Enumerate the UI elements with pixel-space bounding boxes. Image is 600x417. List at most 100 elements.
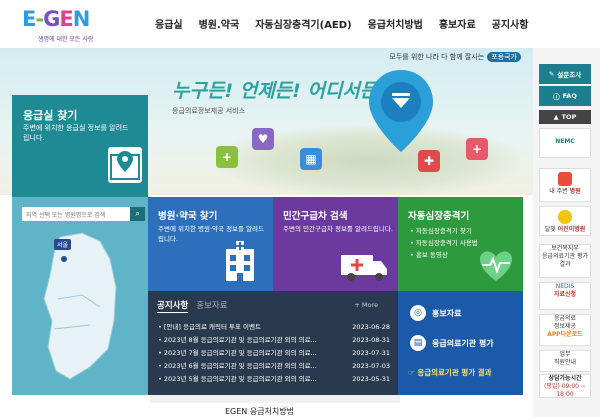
heartbeat-icon [480, 251, 512, 281]
pharmacy-icon: + [216, 146, 238, 168]
ambulance-icon [341, 255, 387, 281]
mohw-l1: 보건복지부 [551, 245, 579, 252]
notice-date: 2023-07-03 [352, 362, 390, 370]
notice-title: 2023년 6월 응급의료기관 및 응급의료기관 외의 의료... [158, 360, 334, 373]
logo-tagline: 생명에 대한 모든 사랑 [38, 36, 94, 43]
nav-item-hospital[interactable]: 병원.약국 [199, 16, 240, 31]
consult-l2: (평일) 09:00 ~ 18:00 [544, 383, 586, 398]
aed-title: 자동심장충격기 [408, 211, 470, 222]
moonlight-hospital-link[interactable]: 달빛 어린이병원 [539, 206, 591, 236]
er-search-input[interactable]: 지역 선택 또는 병원명으로 검색 [22, 207, 132, 221]
list-item[interactable]: 2023년 8월 응급의료기관 및 응급의료기관 외의 의료... 2023-08… [158, 334, 390, 347]
nearby-hospital-link[interactable]: 내 주변 병원 [539, 168, 591, 202]
notice-title: 2023년 8월 응급의료기관 및 응급의료기관 외의 의료... [158, 334, 334, 347]
er-find-panel[interactable]: 응급실 찾기 주변에 위치한 응급실 정보를 알려드립니다. [12, 95, 148, 197]
hospital-icon: ▦ [300, 148, 322, 170]
notice-tabs: 공지사항 홍보자료 [157, 299, 228, 313]
app-l1: 응급의료 [553, 315, 577, 322]
nav-item-promo[interactable]: 홍보자료 [439, 16, 476, 31]
hero-title: 누구든! 언제든! 어디서든! [172, 80, 387, 102]
footer: EGEN 응급처치방법 [0, 395, 533, 417]
top-label: TOP [561, 113, 577, 121]
main-nav: 응급실 병원.약국 자동심장충격기(AED) 응급처치방법 홍보자료 공지사항 [155, 16, 544, 31]
list-item[interactable]: [안내] 응급의료 캐릭터 투표 이벤트 2023-06-28 [158, 321, 390, 334]
korea-map-icon[interactable] [30, 229, 130, 389]
info-icon: ⓘ [553, 93, 560, 101]
aed-video-link[interactable]: 홍보 동영상 [410, 249, 478, 261]
private-ambulance-desc: 주변의 민간구급차 정보를 알려드립니다. [283, 225, 393, 233]
mohw-evaluation-link[interactable]: 보건복지부 응급의료기관 평가 결과 [539, 244, 591, 278]
footer-title: EGEN 응급처치방법 [225, 407, 294, 416]
tab-notice[interactable]: 공지사항 [157, 301, 189, 313]
aed-howto-link[interactable]: 자동심장충격기 사용법 [410, 237, 478, 249]
aed-find-link[interactable]: 자동심장충격기 찾기 [410, 225, 478, 237]
film-reel-icon: ◎ [410, 305, 426, 321]
moon-l2: 어린이병원 [557, 226, 586, 233]
er-evaluation-label: 응급의료기관 평가 [432, 338, 494, 348]
consult-hours: 상담가능시간 (평일) 09:00 ~ 18:00 [539, 374, 591, 398]
faq-button[interactable]: ⓘ FAQ [539, 86, 591, 106]
promo-evaluation-panel: ◎ 홍보자료 ▤ 응급의료기관 평가 ☞ 응급의료기관 평가 결과 [398, 291, 523, 395]
private-ambulance-panel[interactable]: 민간구급차 검색 주변의 민간구급차 정보를 알려드립니다. [273, 197, 398, 291]
aed-list: 자동심장충격기 찾기 자동심장충격기 사용법 홍보 동영상 [410, 225, 478, 261]
nav-item-first-aid[interactable]: 응급처치방법 [368, 16, 423, 31]
promo-materials-link[interactable]: ◎ 홍보자료 [410, 305, 461, 321]
search-icon[interactable]: ⌕ [130, 207, 145, 221]
nav-item-notice[interactable]: 공지사항 [492, 16, 529, 31]
nearby-l2: 병원 [569, 188, 581, 195]
location-pin-icon [558, 172, 572, 186]
mohw-l2: 응급의료기관 평가 결과 [541, 253, 589, 268]
hero-top-slogan: 모두를 위한 나라 다 함께 잘사는 포용국가 [389, 52, 521, 62]
nav-item-aed[interactable]: 자동심장충격기(AED) [255, 16, 351, 31]
nedis-l2: 자료신청 [553, 291, 577, 298]
hospital-pharmacy-panel[interactable]: 병원·약국 찾기 주변에 위치한 병원·약국 정보를 알려드립니다. [148, 197, 273, 291]
survey-button[interactable]: ✎ 설문조사 [539, 64, 591, 84]
hero-subtitle: 응급의료정보제공 서비스 [172, 107, 246, 115]
nemc-label: NEMC [555, 138, 575, 145]
moon-l1: 달빛 [544, 226, 556, 233]
clinic-icon: + [466, 138, 488, 160]
nav-item-er[interactable]: 응급실 [155, 16, 183, 31]
hospital-building-icon [226, 241, 254, 281]
hero-slogan-badge: 포용국가 [487, 52, 521, 62]
nedis-link[interactable]: NEDIS 자료신청 [539, 282, 591, 310]
list-item[interactable]: 2023년 7월 응급의료기관 및 응급의료기관 외의 의료... 2023-07… [158, 347, 390, 360]
notice-date: 2023-05-31 [352, 375, 390, 383]
seoul-label[interactable]: 서울 [54, 239, 72, 250]
notice-title: 2023년 7월 응급의료기관 및 응급의료기관 외의 의료... [158, 347, 334, 360]
hero-slogan-text: 모두를 위한 나라 다 함께 잘사는 [389, 53, 485, 61]
notice-date: 2023-06-28 [352, 323, 390, 331]
er-evaluation-result-link[interactable]: ☞ 응급의료기관 평가 결과 [408, 367, 492, 378]
app-l3: APP다운로드 [547, 331, 583, 338]
edit-icon: ✎ [548, 70, 555, 78]
logo-wordmark: E-GEN [22, 7, 90, 31]
nemc-link[interactable]: NEMC [539, 128, 591, 158]
app-download-link[interactable]: 응급의료 정보제공 APP다운로드 [539, 314, 591, 346]
tab-promo[interactable]: 홍보자료 [196, 301, 227, 311]
more-link[interactable]: + More [354, 301, 378, 309]
arrow-up-icon: ▲ [553, 113, 559, 121]
staff-l1: 업무 [559, 351, 571, 358]
er-evaluation-link[interactable]: ▤ 응급의료기관 평가 [410, 335, 494, 351]
survey-label: 설문조사 [557, 71, 582, 79]
moon-icon [558, 210, 572, 224]
er-find-title: 응급실 찾기 [23, 109, 78, 122]
aed-panel[interactable]: 자동심장충격기 자동심장충격기 찾기 자동심장충격기 사용법 홍보 동영상 [398, 197, 523, 291]
er-find-desc: 주변에 위치한 응급실 정보를 알려드립니다. [23, 124, 129, 142]
map-location-icon [108, 147, 142, 183]
hospital-pharmacy-title: 병원·약국 찾기 [158, 211, 218, 222]
list-item[interactable]: 2023년 5월 응급의료기관 및 응급의료기관 외의 의료... 2023-05… [158, 373, 390, 386]
staff-guide-link[interactable]: 업무 직원안내 [539, 350, 591, 372]
private-ambulance-title: 민간구급차 검색 [283, 211, 348, 222]
map-pin-icon [369, 70, 433, 152]
notice-panel: 공지사항홍보자료 + More [안내] 응급의료 캐릭터 투표 이벤트2023… [148, 291, 398, 395]
consult-l1: 상담가능시간 [548, 375, 582, 382]
app-l2: 정보제공 [553, 323, 577, 330]
egen-logo[interactable]: E-GEN 생명에 대한 모든 사랑 [22, 7, 94, 45]
er-map-panel: 지역 선택 또는 병원명으로 검색 ⌕ 서울 [12, 197, 148, 395]
faq-label: FAQ [562, 92, 577, 100]
top-button[interactable]: ▲ TOP [539, 110, 591, 124]
heart-icon: ♥ [252, 128, 274, 150]
list-item[interactable]: 2023년 6월 응급의료기관 및 응급의료기관 외의 의료... 2023-07… [158, 360, 390, 373]
notice-title: [안내] 응급의료 캐릭터 투표 이벤트 [158, 321, 334, 334]
